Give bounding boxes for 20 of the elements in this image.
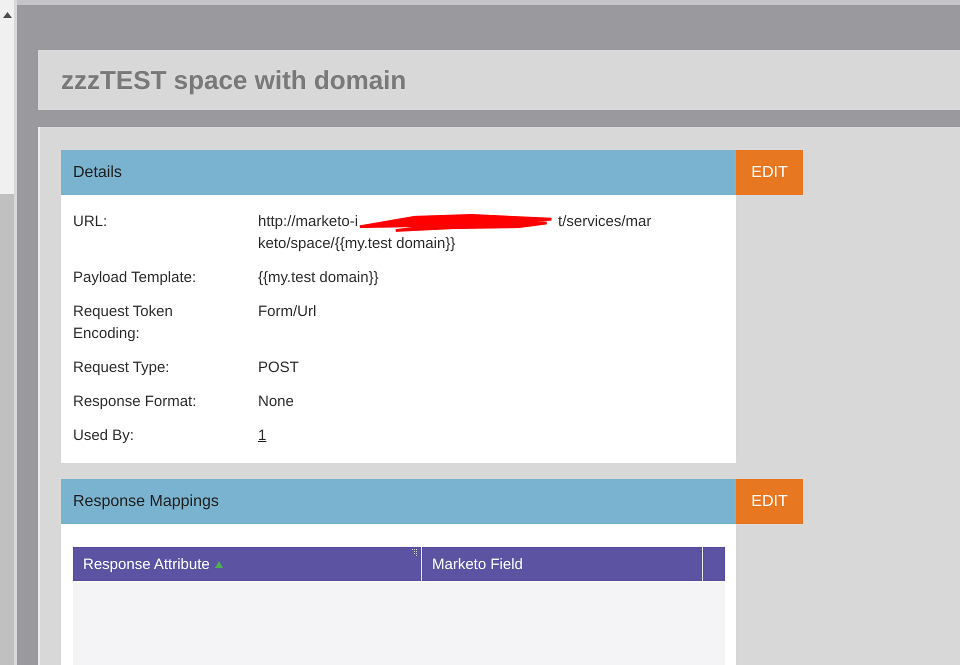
page-title: zzzTEST space with domain — [61, 64, 406, 96]
section-title: Response Mappings — [73, 492, 219, 510]
field-value: None — [258, 392, 295, 412]
field-label: Request Token Encoding: — [73, 302, 174, 344]
section-title: Details — [73, 164, 122, 182]
field-label: URL: — [73, 212, 108, 232]
field-value: Form/Url — [258, 302, 318, 322]
field-label: Response Format: — [73, 392, 198, 412]
field-value: {{my.test domain}} — [258, 268, 380, 288]
field-label: Request Type: — [73, 358, 170, 378]
scrollbar-thumb[interactable] — [0, 194, 14, 665]
url-value: keto/space/{{my.test domain}} — [258, 234, 456, 254]
used-by-link[interactable]: 1 — [258, 427, 266, 444]
field-value: POST — [258, 358, 300, 378]
field-label: Used By: — [73, 426, 135, 446]
field-label: Payload Template: — [73, 268, 198, 288]
scrollbar[interactable] — [0, 0, 17, 665]
url-value: http://marketo-i — [258, 213, 358, 230]
url-value: t/services/mar — [558, 213, 652, 230]
scroll-up-icon[interactable] — [2, 12, 12, 18]
